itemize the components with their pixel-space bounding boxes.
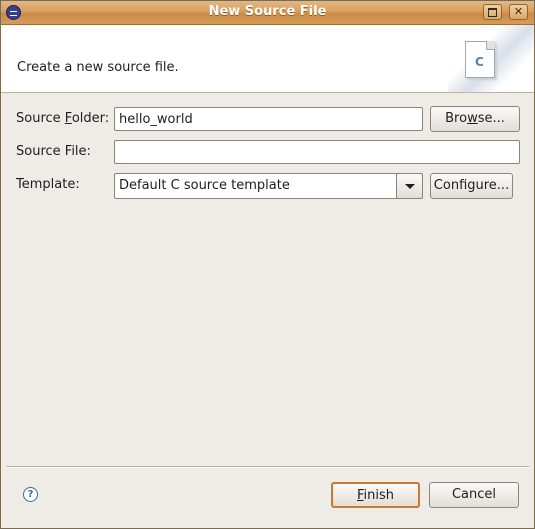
help-icon[interactable]: ? bbox=[23, 487, 38, 502]
window-title: New Source File bbox=[208, 4, 327, 19]
c-source-file-icon: C bbox=[465, 41, 495, 78]
source-file-input[interactable] bbox=[114, 140, 520, 164]
browse-button[interactable]: Browse... bbox=[430, 106, 520, 132]
cancel-button[interactable]: Cancel bbox=[429, 482, 519, 508]
template-select[interactable]: Default C source template bbox=[114, 173, 423, 199]
wizard-header: Create a new source file. bbox=[1, 25, 534, 93]
close-icon: ✕ bbox=[513, 5, 524, 18]
c-letter: C bbox=[475, 55, 484, 69]
chevron-down-icon[interactable] bbox=[396, 173, 423, 199]
title-bar[interactable]: New Source File ✕ bbox=[1, 1, 534, 25]
footer-separator bbox=[6, 466, 529, 468]
maximize-icon bbox=[488, 8, 497, 17]
template-selected-value: Default C source template bbox=[119, 178, 290, 193]
source-folder-label: Source Folder: bbox=[16, 111, 110, 126]
source-file-label: Source File: bbox=[16, 144, 91, 159]
configure-button[interactable]: Configure... bbox=[430, 173, 513, 199]
template-label: Template: bbox=[16, 177, 80, 192]
close-button[interactable]: ✕ bbox=[509, 4, 528, 20]
maximize-button[interactable] bbox=[483, 4, 502, 20]
header-message: Create a new source file. bbox=[17, 60, 179, 75]
dialog-window: New Source File ✕ Create a new source fi… bbox=[0, 0, 535, 529]
finish-button[interactable]: Finish bbox=[331, 482, 420, 508]
source-folder-input[interactable] bbox=[114, 107, 423, 131]
